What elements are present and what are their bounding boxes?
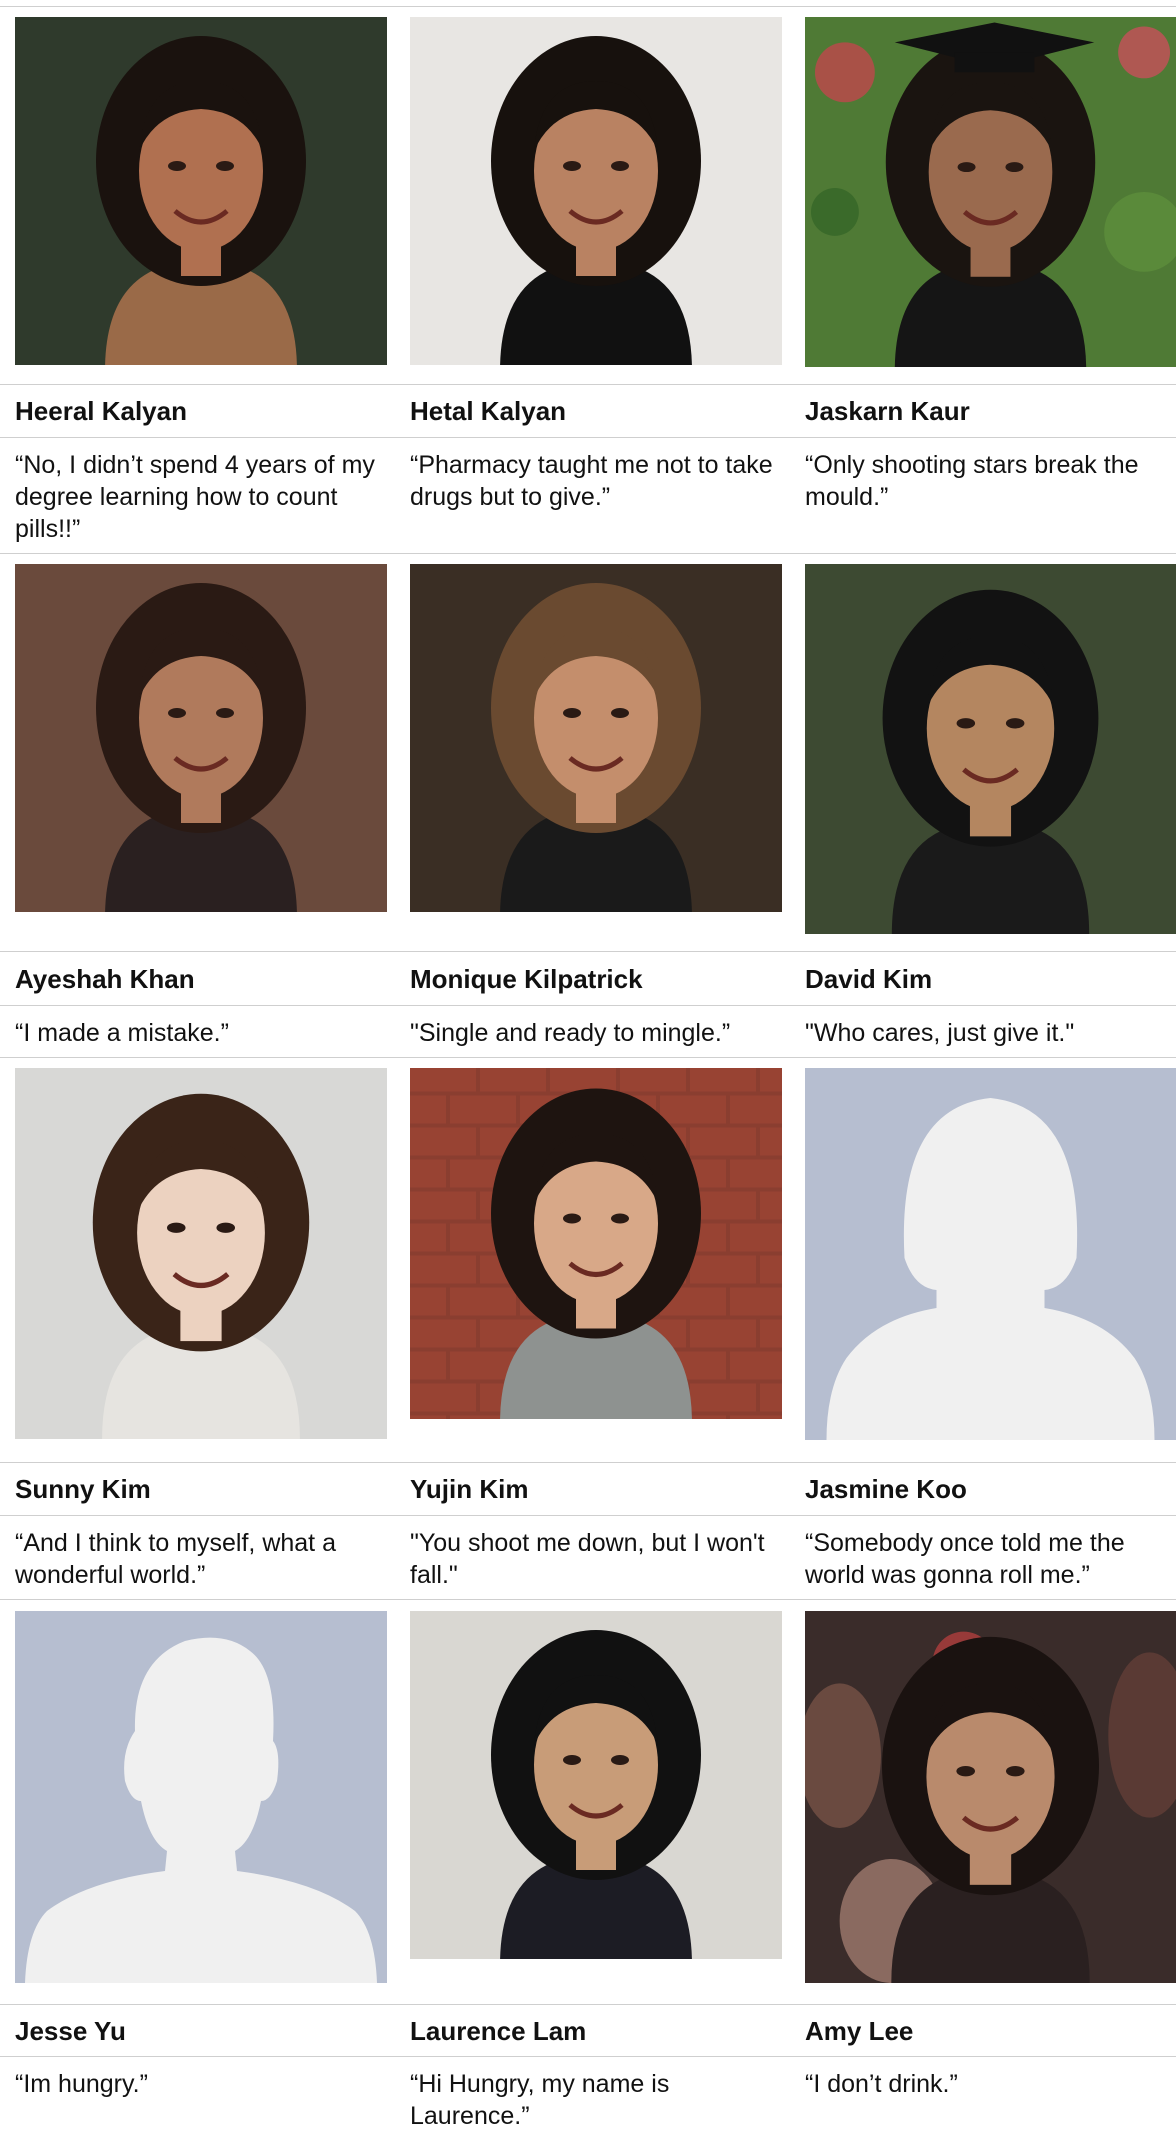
row-divider (0, 1057, 1176, 1058)
person-name: Sunny Kim (15, 1474, 151, 1504)
person-quote: “And I think to myself, what a wonderful… (15, 1529, 336, 1589)
person-name: Monique Kilpatrick (410, 964, 643, 994)
profile-photo (805, 564, 1176, 934)
row-divider (0, 1599, 1176, 1600)
row-divider (0, 1005, 1176, 1006)
person-quote: "You shoot me down, but I won't fall." (410, 1529, 765, 1589)
person-quote: "Single and ready to mingle.” (410, 1019, 731, 1047)
profile-photo (15, 1611, 387, 1983)
profile-photo (410, 564, 782, 912)
profile-photo (15, 564, 387, 912)
person-quote: "Who cares, just give it." (805, 1019, 1075, 1047)
profile-photo (410, 1068, 782, 1419)
profile-photo (805, 1611, 1176, 1983)
person-name: Amy Lee (805, 2016, 914, 2046)
profile-photo (15, 17, 387, 365)
row-divider (0, 384, 1176, 385)
person-name: Ayeshah Khan (15, 964, 195, 994)
person-quote: “I don’t drink.” (805, 2070, 958, 2098)
person-quote: “Pharmacy taught me not to take drugs bu… (410, 451, 773, 511)
person-quote: “I made a mistake.” (15, 1019, 229, 1047)
row-divider (0, 1462, 1176, 1463)
person-quote: “Im hungry.” (15, 2070, 148, 2098)
row-divider (0, 553, 1176, 554)
person-name: Yujin Kim (410, 1474, 529, 1504)
person-name: David Kim (805, 964, 933, 994)
row-divider (0, 951, 1176, 952)
person-quote: “Somebody once told me the world was gon… (805, 1529, 1125, 1589)
profile-photo (15, 1068, 387, 1439)
person-quote: “No, I didn’t spend 4 years of my degree… (15, 451, 375, 543)
row-divider (0, 6, 1176, 7)
person-name: Jasmine Koo (805, 1474, 967, 1504)
person-name: Laurence Lam (410, 2016, 587, 2046)
person-name: Jaskarn Kaur (805, 396, 970, 426)
person-name: Heeral Kalyan (15, 396, 187, 426)
profile-photo (410, 17, 782, 365)
row-divider (0, 2056, 1176, 2057)
person-name: Jesse Yu (15, 2016, 126, 2046)
row-divider (0, 1515, 1176, 1516)
row-divider (0, 437, 1176, 438)
profile-photo (805, 1068, 1176, 1440)
person-quote: “Hi Hungry, my name is Laurence.” (410, 2070, 670, 2130)
person-name: Hetal Kalyan (410, 396, 567, 426)
profile-photo (805, 17, 1176, 367)
row-divider (0, 2004, 1176, 2005)
profile-photo (410, 1611, 782, 1959)
person-quote: “Only shooting stars break the mould.” (805, 451, 1139, 511)
